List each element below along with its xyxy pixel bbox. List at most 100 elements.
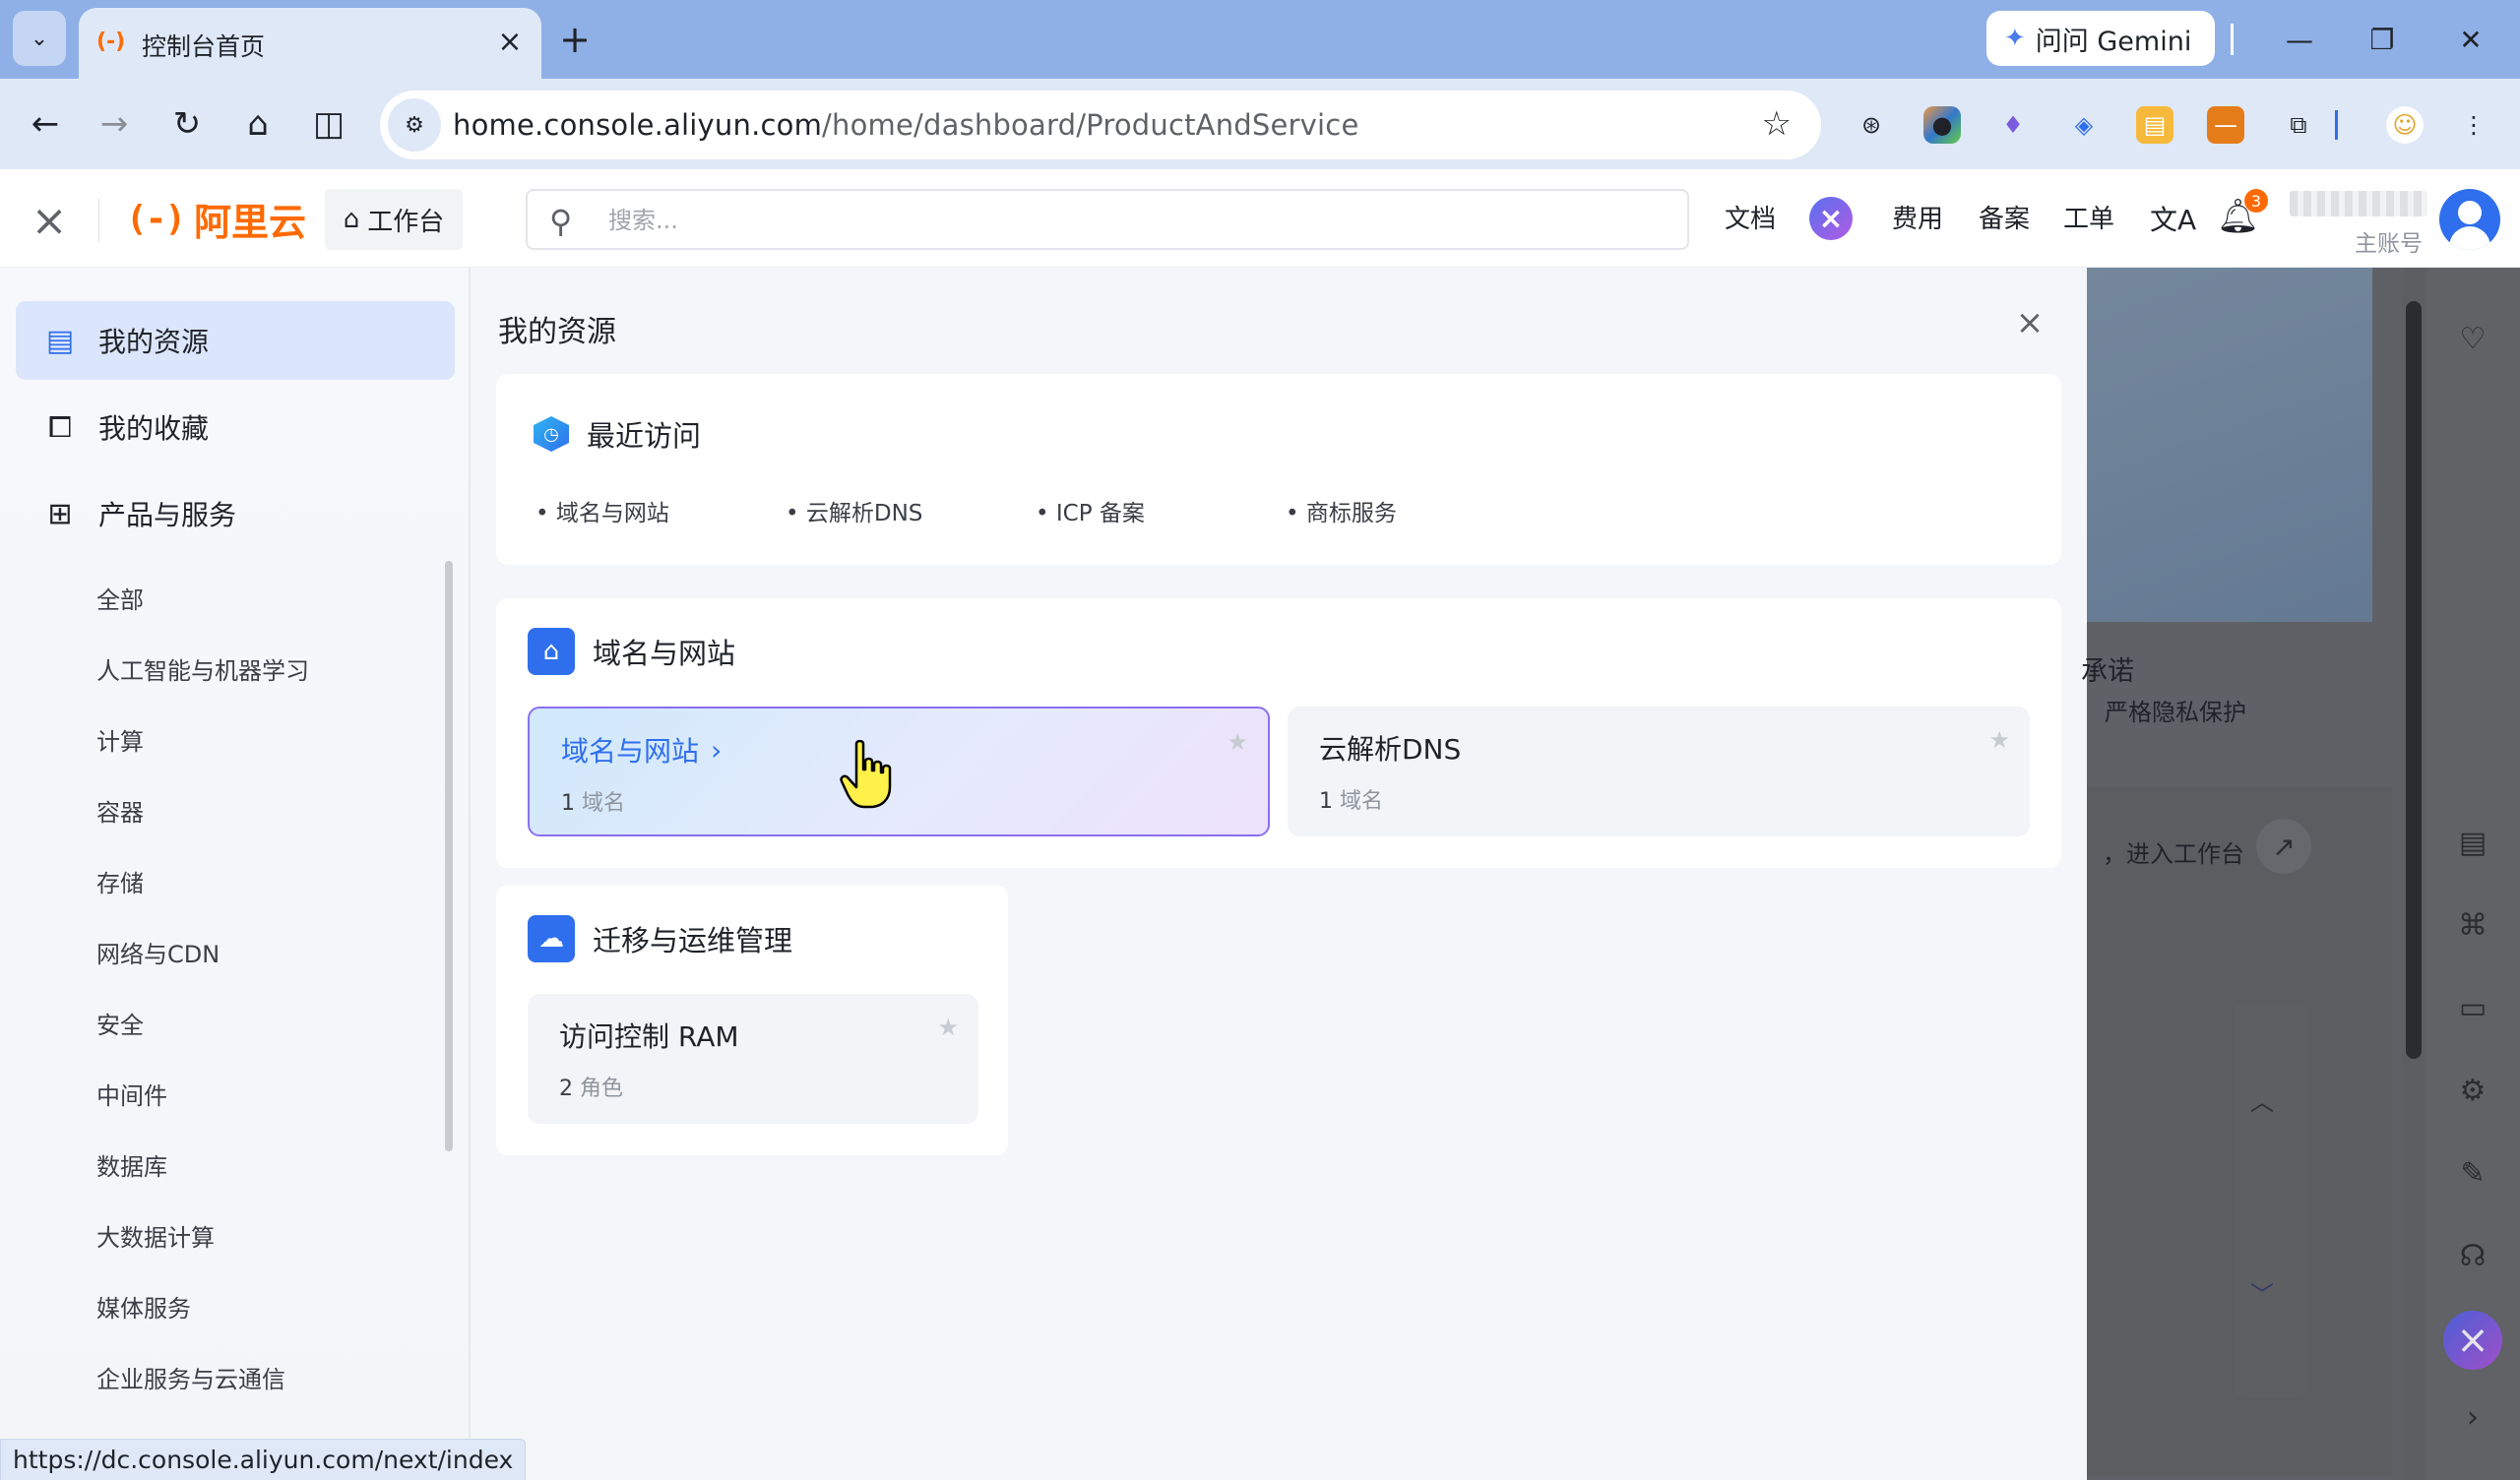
url-text[interactable]: home.console.aliyun.com/home/dashboard/P… bbox=[453, 108, 1358, 142]
category-database[interactable]: 数据库 bbox=[96, 1147, 167, 1182]
tab-search-button[interactable]: ⌄ bbox=[13, 11, 66, 66]
reload-button[interactable]: ↻ bbox=[161, 98, 213, 150]
category-all[interactable]: 全部 bbox=[96, 581, 144, 615]
new-tab-button[interactable]: + bbox=[551, 16, 598, 63]
recent-header: ◷ 最近访问 bbox=[534, 413, 701, 455]
forward-button[interactable]: → bbox=[89, 98, 140, 150]
browser-menu-icon[interactable]: ⋮ bbox=[2455, 106, 2492, 144]
recent-item-icp[interactable]: ICP 备案 bbox=[1036, 494, 1145, 527]
privacy-text: 严格隐私保护 bbox=[2105, 699, 2246, 726]
terminal-icon[interactable]: ▭ bbox=[2449, 984, 2496, 1031]
account-name-blurred[interactable] bbox=[2290, 191, 2427, 216]
migration-group-card: ☁ 迁移与运维管理 访问控制 RAM 2 角色 ★ bbox=[496, 886, 1008, 1155]
console-search[interactable]: ⚲ bbox=[526, 189, 1689, 250]
ai-assistant-rail-icon[interactable]: × bbox=[2443, 1311, 2502, 1370]
service-count: 1 域名 bbox=[1319, 789, 1384, 814]
category-enterprise[interactable]: 企业服务与云通信 bbox=[96, 1360, 285, 1394]
notification-badge: 3 bbox=[2244, 189, 2268, 213]
extensions-puzzle-icon[interactable]: ⧉ bbox=[2280, 106, 2317, 144]
category-container[interactable]: 容器 bbox=[96, 793, 144, 828]
api-icon[interactable]: ⌘ bbox=[2449, 901, 2496, 949]
service-card-dns[interactable]: 云解析DNS 1 域名 ★ bbox=[1288, 707, 2030, 836]
page-scrollbar-thumb[interactable] bbox=[2406, 301, 2422, 1059]
category-security[interactable]: 安全 bbox=[96, 1006, 144, 1040]
my-resources-panel: 我的资源 × ◷ 最近访问 域名与网站 云解析DNS ICP 备案 商标服务 ⌂… bbox=[472, 268, 2087, 1480]
category-network[interactable]: 网络与CDN bbox=[96, 935, 220, 969]
category-media[interactable]: 媒体服务 bbox=[96, 1289, 191, 1324]
gemini-sparkle-icon: ✦ bbox=[2004, 24, 2026, 53]
split-view-button[interactable]: ◫ bbox=[303, 98, 354, 150]
settings-gear-icon[interactable]: ⚙ bbox=[2449, 1067, 2496, 1114]
sidebar-item-my-resources[interactable]: ▤ 我的资源 bbox=[16, 301, 455, 380]
recent-item-dns[interactable]: 云解析DNS bbox=[786, 494, 923, 527]
category-compute[interactable]: 计算 bbox=[96, 722, 144, 757]
health-icon[interactable]: ♡ bbox=[2449, 315, 2496, 362]
document-icon[interactable]: ▤ bbox=[2449, 819, 2496, 866]
expand-chevron-icon[interactable]: › bbox=[2449, 1393, 2496, 1441]
headset-icon[interactable]: ☊ bbox=[2449, 1232, 2496, 1279]
favorite-star-icon[interactable]: ★ bbox=[937, 1014, 959, 1041]
minimize-button[interactable]: — bbox=[2270, 14, 2329, 65]
resource-icon: ▤ bbox=[45, 323, 75, 358]
crystal-extension-icon[interactable]: ♦ bbox=[1994, 106, 2032, 144]
account-type: 主账号 bbox=[2355, 231, 2423, 257]
workbench-button[interactable]: ⌂ 工作台 bbox=[325, 189, 463, 250]
restore-button[interactable]: ❐ bbox=[2353, 14, 2412, 65]
sidebar-item-favorites[interactable]: ⧠ 我的收藏 bbox=[16, 388, 455, 466]
ticket-link[interactable]: 工单 bbox=[2063, 199, 2114, 235]
translate-icon[interactable]: 文A bbox=[2150, 199, 2196, 238]
gemini-button[interactable]: ✦ 问问 Gemini bbox=[1986, 11, 2215, 66]
back-button[interactable]: ← bbox=[20, 98, 71, 150]
favorites-icon: ⧠ bbox=[48, 409, 72, 445]
aliyun-logo-mark-icon: (-) bbox=[126, 198, 186, 239]
grid-icon: ⊞ bbox=[47, 496, 73, 531]
website-icon: ⌂ bbox=[528, 628, 575, 675]
enter-workbench-text: ，进入工作台 bbox=[2103, 840, 2244, 868]
orange-extension-icon[interactable]: — bbox=[2207, 106, 2244, 144]
address-bar[interactable]: ⚙ home.console.aliyun.com/home/dashboard… bbox=[380, 91, 1821, 159]
tab-close-icon[interactable]: × bbox=[490, 22, 530, 61]
close-window-button[interactable]: ✕ bbox=[2441, 14, 2500, 65]
category-storage[interactable]: 存储 bbox=[96, 864, 144, 898]
browser-tab-active[interactable]: (-) 控制台首页 × bbox=[79, 8, 541, 79]
sidebar-scrollbar[interactable] bbox=[445, 561, 453, 1151]
bookmark-star-icon[interactable]: ☆ bbox=[1762, 104, 1792, 144]
service-card-ram[interactable]: 访问控制 RAM 2 角色 ★ bbox=[528, 994, 978, 1124]
chevron-down-icon[interactable]: ﹀ bbox=[2250, 1275, 2274, 1310]
edit-icon[interactable]: ✎ bbox=[2449, 1149, 2496, 1197]
category-bigdata[interactable]: 大数据计算 bbox=[96, 1218, 215, 1253]
close-menu-icon[interactable]: × bbox=[22, 193, 77, 248]
layers-extension-icon[interactable]: ◈ bbox=[2065, 106, 2103, 144]
site-info-icon[interactable]: ⚙ bbox=[388, 98, 441, 152]
favorite-star-icon[interactable]: ★ bbox=[1988, 726, 2010, 754]
promise-text: 承诺 bbox=[2081, 656, 2134, 687]
aliyun-logo[interactable]: (-) 阿里云 bbox=[126, 193, 306, 244]
sidebar-item-label: 产品与服务 bbox=[98, 499, 237, 531]
note-extension-icon[interactable]: ▤ bbox=[2136, 106, 2174, 144]
docs-link[interactable]: 文档 bbox=[1725, 199, 1776, 235]
category-ai[interactable]: 人工智能与机器学习 bbox=[96, 651, 309, 686]
arrow-up-right-icon[interactable]: ↗ bbox=[2256, 819, 2311, 874]
service-name: 访问控制 RAM bbox=[559, 1020, 739, 1053]
recent-item-trademark[interactable]: 商标服务 bbox=[1286, 494, 1397, 527]
user-avatar[interactable] bbox=[2439, 189, 2500, 250]
header-divider bbox=[98, 199, 99, 242]
icp-link[interactable]: 备案 bbox=[1979, 199, 2030, 235]
billing-link[interactable]: 费用 bbox=[1892, 199, 1943, 235]
page-scrollbar[interactable] bbox=[2402, 268, 2426, 1480]
recent-item-domain[interactable]: 域名与网站 bbox=[536, 494, 669, 527]
service-card-domain[interactable]: 域名与网站 › 1 域名 ★ bbox=[528, 707, 1270, 836]
ai-assistant-icon[interactable]: × bbox=[1809, 197, 1853, 240]
chevron-up-icon[interactable]: ︿ bbox=[2250, 1082, 2274, 1117]
panel-close-icon[interactable]: × bbox=[2010, 303, 2049, 342]
service-name: 云解析DNS bbox=[1319, 733, 1462, 766]
home-icon: ⌂ bbox=[343, 205, 360, 234]
favorite-star-icon[interactable]: ★ bbox=[1227, 728, 1248, 756]
profile-avatar-icon[interactable]: ☺ bbox=[2386, 106, 2424, 144]
category-middleware[interactable]: 中间件 bbox=[96, 1077, 167, 1111]
search-input[interactable] bbox=[608, 199, 1671, 242]
sidebar-item-products[interactable]: ⊞ 产品与服务 bbox=[16, 474, 455, 553]
home-button[interactable]: ⌂ bbox=[232, 98, 284, 150]
camera-extension-icon[interactable]: ● bbox=[1923, 106, 1961, 144]
openai-extension-icon[interactable]: ⊛ bbox=[1853, 106, 1890, 144]
